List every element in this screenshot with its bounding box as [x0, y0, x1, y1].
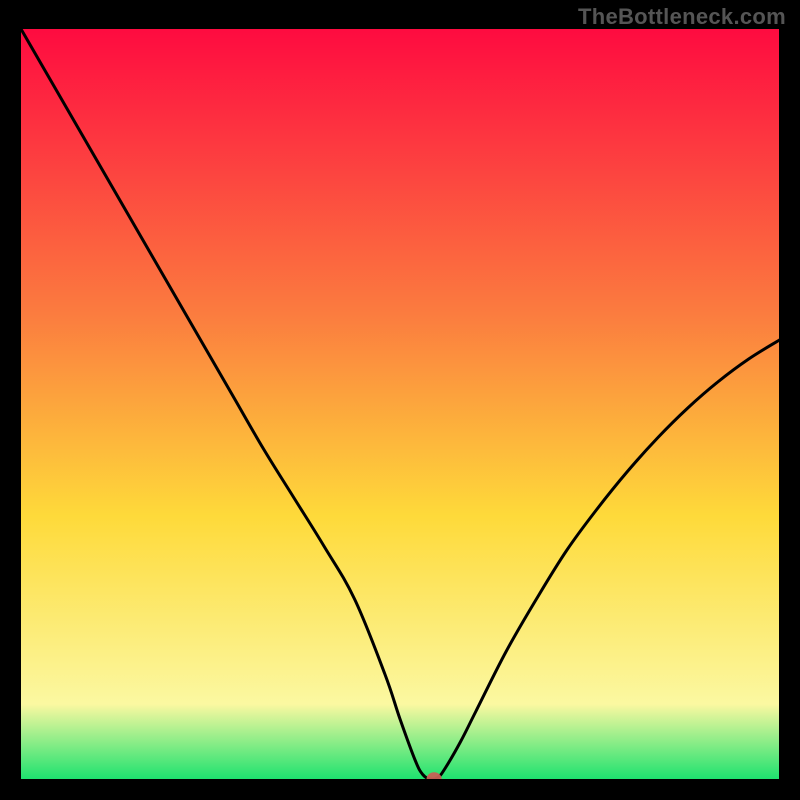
plot-area — [21, 29, 779, 779]
plot-svg — [21, 29, 779, 779]
chart-frame: TheBottleneck.com — [0, 0, 800, 800]
gradient-background — [21, 29, 779, 779]
watermark-text: TheBottleneck.com — [578, 4, 786, 30]
